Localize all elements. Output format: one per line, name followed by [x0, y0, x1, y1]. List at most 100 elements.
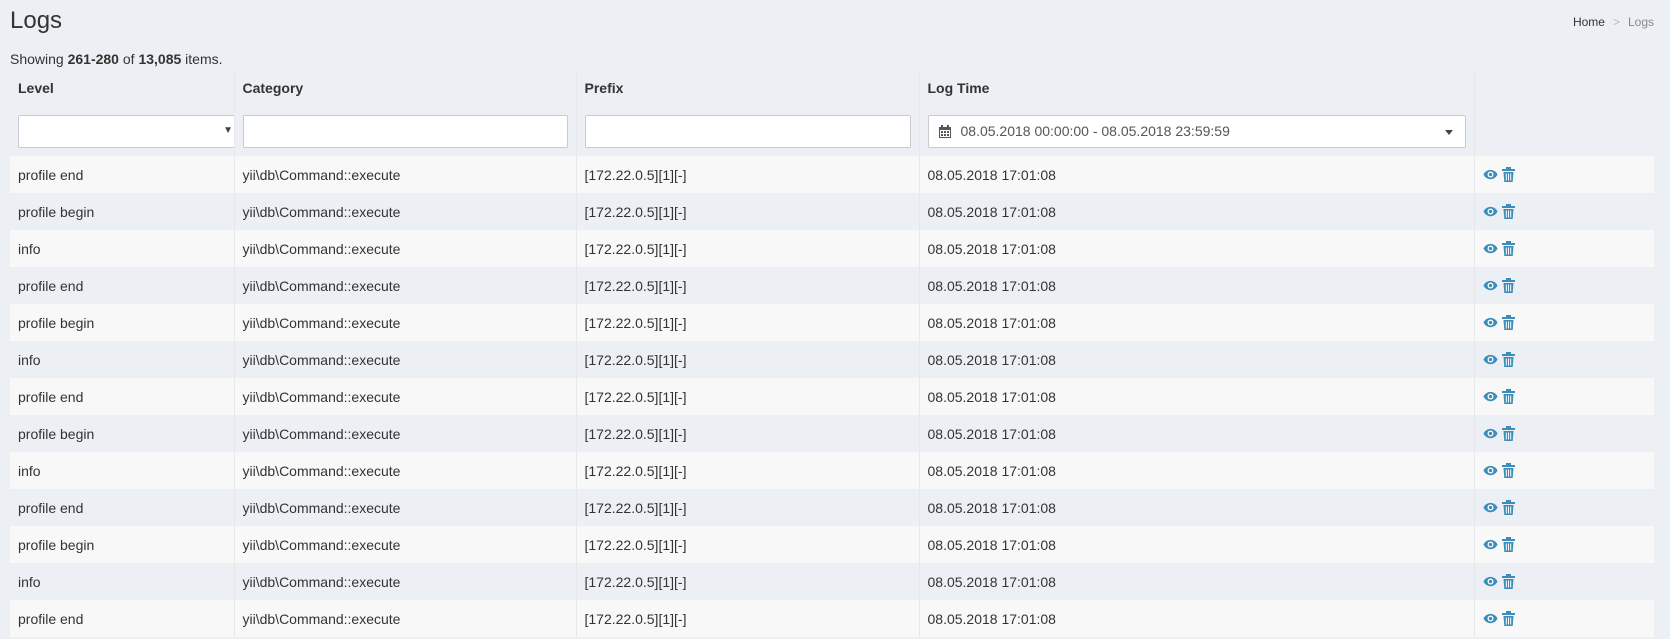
trash-icon[interactable] — [1501, 389, 1517, 404]
table-row: profile end yii\db\Command::execute [172.2… — [10, 489, 1654, 526]
log-time-range-picker[interactable]: 08.05.2018 00:00:00 - 08.05.2018 23:59:5… — [927, 114, 1466, 148]
cell-log-time: 08.05.2018 17:01:08 — [919, 378, 1475, 415]
cell-category: yii\db\Command::execute — [234, 415, 577, 452]
trash-icon[interactable] — [1501, 463, 1517, 478]
cell-actions — [1474, 193, 1654, 230]
column-header-actions — [1474, 70, 1654, 106]
eye-icon[interactable] — [1482, 500, 1498, 515]
cell-actions — [1474, 304, 1654, 341]
eye-icon[interactable] — [1482, 389, 1498, 404]
cell-log-time: 08.05.2018 17:01:08 — [919, 415, 1475, 452]
eye-icon[interactable] — [1482, 204, 1498, 219]
cell-log-time: 08.05.2018 17:01:08 — [919, 526, 1475, 563]
page-title: Logs — [10, 7, 63, 34]
eye-icon[interactable] — [1482, 352, 1498, 367]
cell-category: yii\db\Command::execute — [234, 378, 577, 415]
eye-icon[interactable] — [1482, 315, 1498, 330]
cell-level: profile begin — [10, 415, 235, 452]
logs-table-body: profile end yii\db\Command::execute [172.2… — [10, 156, 1654, 637]
table-row: profile end yii\db\Command::execute [172.2… — [10, 156, 1654, 193]
cell-prefix: [172.22.0.5][1][-] — [576, 415, 920, 452]
row-actions — [1482, 167, 1647, 182]
cell-prefix: [172.22.0.5][1][-] — [576, 378, 920, 415]
breadcrumb: Home > Logs — [1573, 15, 1654, 29]
cell-category: yii\db\Command::execute — [234, 489, 577, 526]
cell-actions — [1474, 156, 1654, 193]
cell-actions — [1474, 341, 1654, 378]
breadcrumb-home-link[interactable]: Home — [1573, 15, 1605, 29]
cell-level: profile begin — [10, 304, 235, 341]
cell-actions — [1474, 600, 1654, 637]
log-time-range-value: 08.05.2018 00:00:00 - 08.05.2018 23:59:5… — [960, 123, 1230, 139]
table-row: info yii\db\Command::execute [172.22.0.5][… — [10, 563, 1654, 600]
cell-level: profile end — [10, 378, 235, 415]
table-filter-row: ▼ 08.05.2018 00:00:00 - 08.05.2018 23:59… — [10, 106, 1654, 156]
cell-level: info — [10, 452, 235, 489]
trash-icon[interactable] — [1501, 426, 1517, 441]
column-header-prefix[interactable]: Prefix — [576, 70, 920, 106]
cell-category: yii\db\Command::execute — [234, 563, 577, 600]
trash-icon[interactable] — [1501, 315, 1517, 330]
eye-icon[interactable] — [1482, 278, 1498, 293]
cell-category: yii\db\Command::execute — [234, 526, 577, 563]
summary-range: 261-280 — [67, 51, 119, 67]
table-row: profile begin yii\db\Command::execute [172… — [10, 415, 1654, 452]
prefix-filter-input[interactable] — [584, 114, 911, 148]
eye-icon[interactable] — [1482, 463, 1498, 478]
trash-icon[interactable] — [1501, 500, 1517, 515]
cell-prefix: [172.22.0.5][1][-] — [576, 600, 920, 637]
table-row: info yii\db\Command::execute [172.22.0.5][… — [10, 341, 1654, 378]
cell-level: profile end — [10, 489, 235, 526]
cell-prefix: [172.22.0.5][1][-] — [576, 341, 920, 378]
table-row: profile end yii\db\Command::execute [172.2… — [10, 600, 1654, 637]
filter-cell-level: ▼ — [10, 106, 235, 156]
table-row: info yii\db\Command::execute [172.22.0.5][… — [10, 230, 1654, 267]
trash-icon[interactable] — [1501, 278, 1517, 293]
cell-log-time: 08.05.2018 17:01:08 — [919, 156, 1475, 193]
summary-of: of — [122, 51, 135, 67]
cell-level: info — [10, 563, 235, 600]
trash-icon[interactable] — [1501, 611, 1517, 626]
cell-actions — [1474, 230, 1654, 267]
cell-level: info — [10, 341, 235, 378]
cell-level: info — [10, 230, 235, 267]
cell-log-time: 08.05.2018 17:01:08 — [919, 193, 1475, 230]
eye-icon[interactable] — [1482, 241, 1498, 256]
level-filter-select[interactable]: ▼ — [18, 114, 233, 148]
eye-icon[interactable] — [1482, 537, 1498, 552]
summary-prefix: Showing — [10, 51, 64, 67]
column-header-category[interactable]: Category — [234, 70, 577, 106]
cell-category: yii\db\Command::execute — [234, 193, 577, 230]
cell-level: profile end — [10, 156, 235, 193]
filter-cell-actions — [1474, 106, 1654, 156]
cell-prefix: [172.22.0.5][1][-] — [576, 193, 920, 230]
trash-icon[interactable] — [1501, 167, 1517, 182]
cell-log-time: 08.05.2018 17:01:08 — [919, 304, 1475, 341]
cell-category: yii\db\Command::execute — [234, 304, 577, 341]
eye-icon[interactable] — [1482, 426, 1498, 441]
eye-icon[interactable] — [1482, 611, 1498, 626]
column-header-level[interactable]: Level — [10, 70, 235, 106]
cell-category: yii\db\Command::execute — [234, 452, 577, 489]
trash-icon[interactable] — [1501, 204, 1517, 219]
column-header-log-time[interactable]: Log Time — [919, 70, 1475, 106]
row-actions — [1482, 463, 1647, 478]
trash-icon[interactable] — [1501, 241, 1517, 256]
cell-log-time: 08.05.2018 17:01:08 — [919, 489, 1475, 526]
row-actions — [1482, 574, 1647, 589]
eye-icon[interactable] — [1482, 167, 1498, 182]
cell-prefix: [172.22.0.5][1][-] — [576, 156, 920, 193]
cell-prefix: [172.22.0.5][1][-] — [576, 452, 920, 489]
trash-icon[interactable] — [1501, 574, 1517, 589]
summary-suffix: items. — [185, 51, 223, 67]
row-actions — [1482, 426, 1647, 441]
row-actions — [1482, 537, 1647, 552]
table-row: profile begin yii\db\Command::execute [172… — [10, 193, 1654, 230]
table-row: profile begin yii\db\Command::execute [172… — [10, 526, 1654, 563]
logs-table: Level Category Prefix Log Time ▼ 08.05.2… — [10, 70, 1654, 637]
category-filter-input[interactable] — [242, 114, 568, 148]
trash-icon[interactable] — [1501, 537, 1517, 552]
eye-icon[interactable] — [1482, 574, 1498, 589]
results-summary: Showing 261-280 of 13,085 items. — [10, 51, 223, 67]
trash-icon[interactable] — [1501, 352, 1517, 367]
